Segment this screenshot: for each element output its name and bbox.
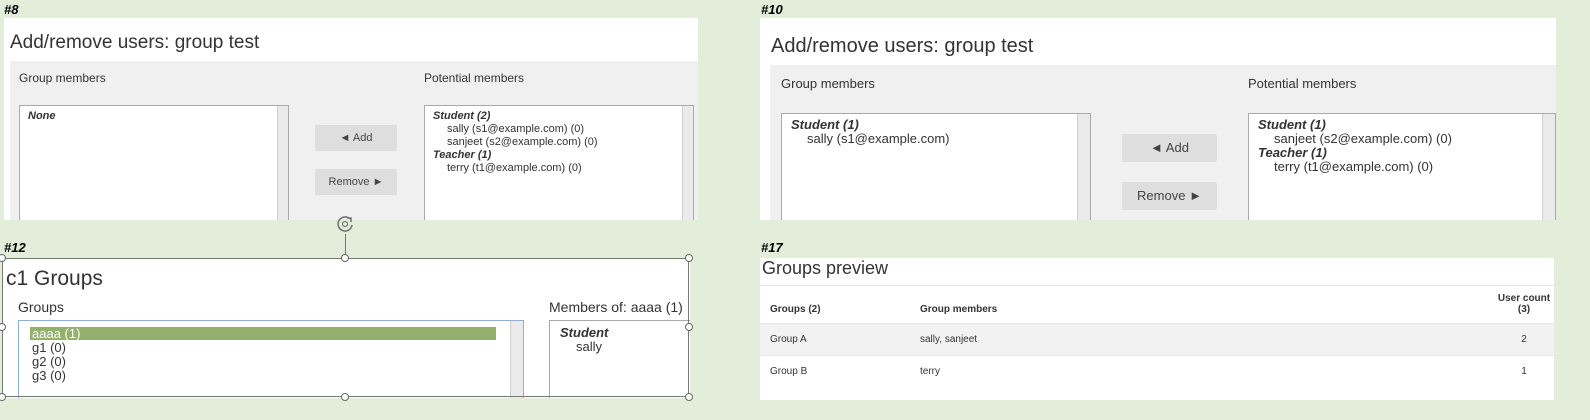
- group-members-label: Group members: [19, 71, 106, 85]
- groups-preview-panel-17: Groups preview Groups (2) Group members …: [760, 258, 1554, 400]
- list-item-terry[interactable]: terry (t1@example.com) (0): [1258, 160, 1452, 174]
- selection-frame[interactable]: [2, 258, 689, 397]
- scrollbar[interactable]: [682, 106, 693, 220]
- table-row: Group A sally, sanjeet 2: [760, 323, 1554, 356]
- potential-members-label: Potential members: [1248, 76, 1357, 91]
- cell-members: sally, sanjeet: [910, 323, 1494, 356]
- cell-group: Group B: [760, 355, 910, 387]
- group-members-list[interactable]: None: [19, 105, 289, 220]
- list-item-terry[interactable]: terry (t1@example.com) (0): [433, 162, 598, 175]
- resize-handle[interactable]: [685, 254, 693, 262]
- rotate-handle-icon[interactable]: [335, 214, 355, 234]
- column-header-group-members: Group members: [910, 285, 1494, 324]
- add-button[interactable]: ◄ Add: [315, 125, 397, 151]
- scrollbar[interactable]: [1542, 114, 1555, 220]
- resize-handle[interactable]: [341, 393, 349, 401]
- screenshot-label-17: #17: [761, 240, 783, 255]
- optgroup-student: Student (1): [1258, 117, 1326, 132]
- page-title: Add/remove users: group test: [10, 32, 260, 53]
- column-header-groups: Groups (2): [760, 285, 910, 324]
- scrollbar[interactable]: [1077, 114, 1090, 220]
- scrollbar[interactable]: [277, 106, 288, 220]
- resize-handle[interactable]: [0, 393, 6, 401]
- potential-members-label: Potential members: [424, 71, 525, 85]
- list-item-sanjeet[interactable]: sanjeet (s2@example.com) (0): [1258, 132, 1452, 146]
- page-title: Groups preview: [762, 258, 889, 278]
- add-button[interactable]: ◄ Add: [1122, 134, 1217, 162]
- resize-handle[interactable]: [685, 323, 693, 331]
- table-row: Group B terry 1: [760, 355, 1554, 387]
- screenshot-label-8: #8: [4, 2, 19, 17]
- resize-handle[interactable]: [341, 254, 349, 262]
- group-members-list[interactable]: Student (1) sally (s1@example.com): [781, 113, 1091, 220]
- page-title: Add/remove users: group test: [771, 35, 1034, 57]
- optgroup-teacher: Teacher (1): [433, 149, 492, 161]
- list-item-sanjeet[interactable]: sanjeet (s2@example.com) (0): [433, 136, 598, 149]
- list-item-sally[interactable]: sally (s1@example.com): [791, 132, 950, 146]
- cell-group: Group A: [760, 323, 910, 356]
- optgroup-student: Student (1): [791, 117, 859, 132]
- potential-members-list[interactable]: Student (1) sanjeet (s2@example.com) (0)…: [1248, 113, 1556, 220]
- column-header-user-count: User count (3): [1494, 285, 1554, 324]
- list-item-sally[interactable]: sally (s1@example.com) (0): [433, 123, 598, 136]
- optgroup-student: Student (2): [433, 110, 491, 122]
- add-remove-users-panel-8: Add/remove users: group test Group membe…: [4, 18, 698, 220]
- screenshot-label-10: #10: [761, 2, 783, 17]
- potential-members-list[interactable]: Student (2) sally (s1@example.com) (0) s…: [424, 105, 694, 220]
- cell-count: 1: [1494, 355, 1554, 387]
- resize-handle[interactable]: [685, 393, 693, 401]
- cell-count: 2: [1494, 323, 1554, 356]
- remove-button[interactable]: Remove ►: [1122, 182, 1217, 210]
- list-item-none: None: [28, 110, 56, 122]
- group-members-label: Group members: [781, 76, 875, 91]
- screenshot-label-12: #12: [4, 240, 26, 255]
- groups-preview-table: Groups (2) Group members User count (3) …: [760, 285, 1554, 387]
- remove-button[interactable]: Remove ►: [315, 169, 397, 195]
- optgroup-teacher: Teacher (1): [1258, 145, 1327, 160]
- add-remove-users-panel-10: Add/remove users: group test Group membe…: [760, 18, 1556, 220]
- cell-members: terry: [910, 355, 1494, 387]
